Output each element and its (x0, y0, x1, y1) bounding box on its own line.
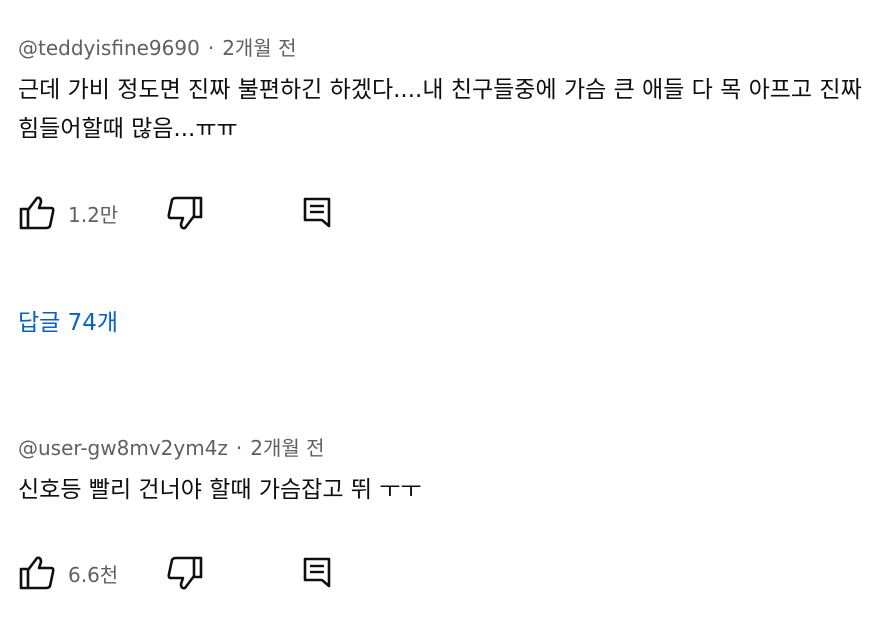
like-button[interactable]: 1.2만 (18, 195, 166, 231)
comment-reply-icon (302, 556, 332, 590)
comment-time[interactable]: 2개월 전 (222, 36, 296, 60)
comment-meta: @user-gw8mv2ym4z · 2개월 전 (18, 433, 869, 463)
view-replies-link[interactable]: 답글 74개 (18, 306, 118, 340)
comment-reply-icon (302, 196, 332, 230)
comment-author[interactable]: @teddyisfine9690 (18, 36, 200, 60)
comment-actions: 1.2만 (18, 193, 332, 233)
comment-2: @user-gw8mv2ym4z · 2개월 전 신호등 빨리 건너야 할때 가슴잡… (18, 433, 869, 590)
meta-separator: · (207, 36, 215, 60)
comment-text: 근데 가비 정도면 진짜 불편하긴 하겠다....내 친구들중에 가슴 큰 애들… (18, 77, 862, 142)
comment-author[interactable]: @user-gw8mv2ym4z (18, 436, 228, 460)
thumbs-up-icon (18, 195, 56, 231)
like-count: 1.2만 (68, 202, 119, 227)
comment-text: 신호등 빨리 건너야 할때 가슴잡고 뛰 ㅜㅜ (18, 477, 422, 503)
dislike-button[interactable] (166, 555, 302, 591)
comment-1: @teddyisfine9690 · 2개월 전 근데 가비 정도면 진짜 불편하긴… (18, 33, 869, 230)
like-count: 6.6천 (68, 562, 119, 587)
thumbs-up-icon (18, 555, 56, 591)
like-button[interactable]: 6.6천 (18, 555, 166, 591)
reply-button[interactable] (302, 196, 332, 230)
comments-page: @teddyisfine9690 · 2개월 전 근데 가비 정도면 진짜 불편하긴… (0, 0, 881, 628)
comment-meta: @teddyisfine9690 · 2개월 전 (18, 33, 869, 63)
reply-button[interactable] (302, 556, 332, 590)
comment-time[interactable]: 2개월 전 (250, 436, 324, 460)
comment-actions: 6.6천 (18, 553, 332, 593)
meta-separator: · (235, 436, 243, 460)
thumbs-down-icon (166, 195, 204, 231)
dislike-button[interactable] (166, 195, 302, 231)
thumbs-down-icon (166, 555, 204, 591)
